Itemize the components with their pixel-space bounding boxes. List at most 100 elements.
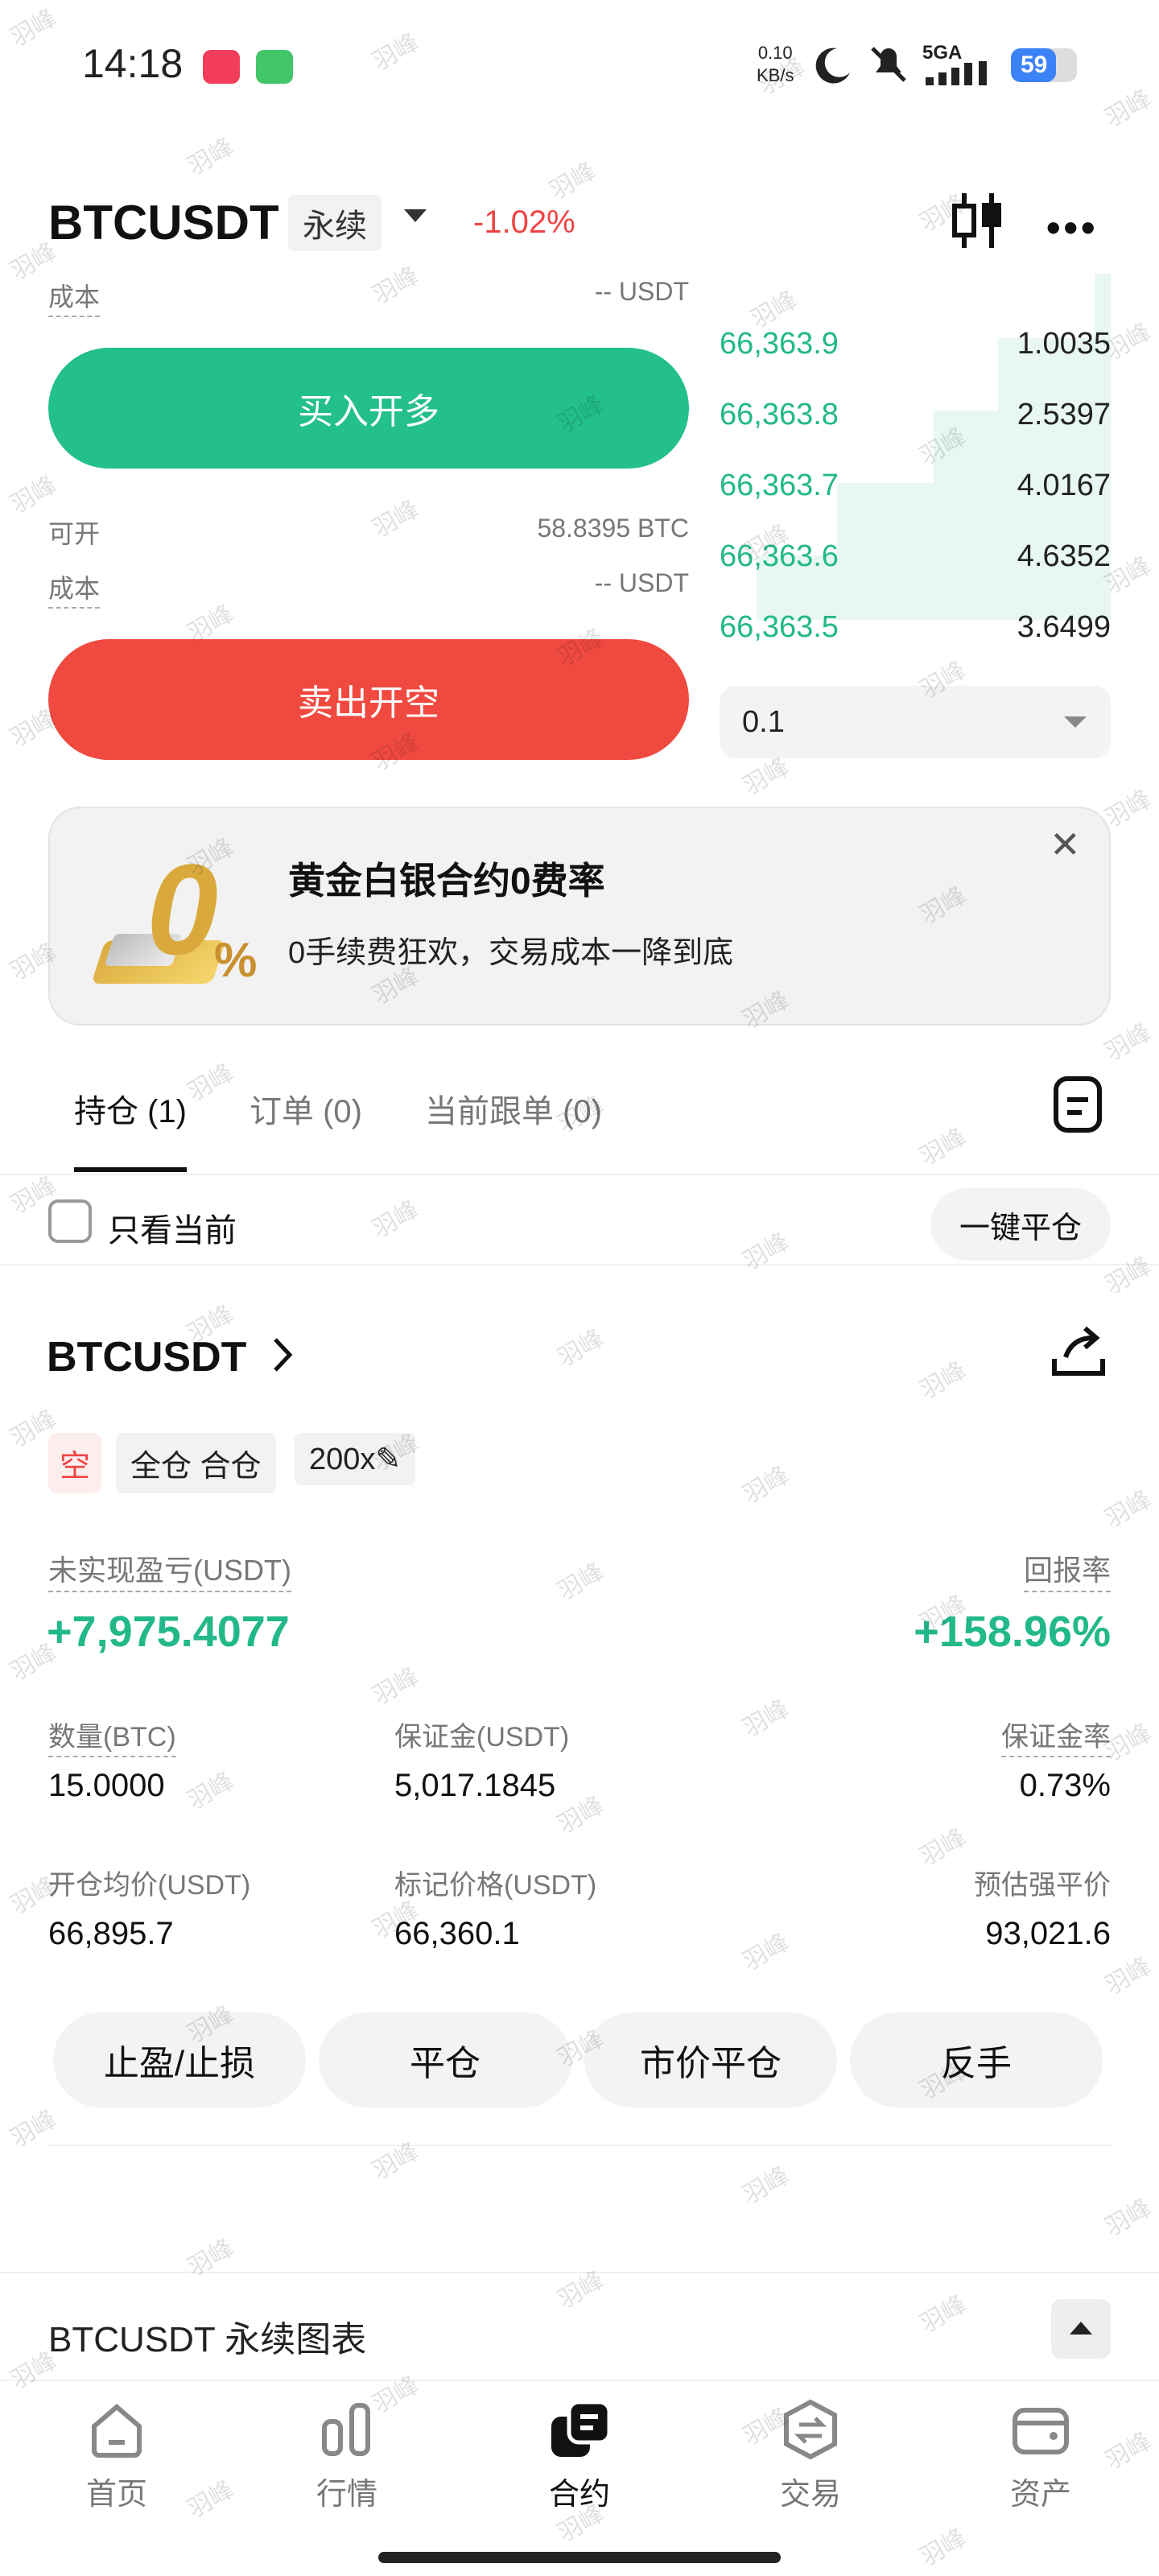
ob-qty: 3.6499 (1017, 610, 1111, 644)
tab-active-underline (74, 1167, 187, 1172)
nav-assets[interactable]: 资产 (980, 2397, 1101, 2512)
only-current-checkbox[interactable] (48, 1199, 92, 1243)
futures-icon (551, 2400, 612, 2457)
share-icon[interactable] (1046, 1319, 1111, 1383)
status-bar: 14:18 0.10 KB/s 5GA 59 (0, 0, 1159, 129)
home-indicator (378, 2552, 781, 2563)
net-speed: 0.10 KB/s (757, 43, 794, 85)
close-icon[interactable]: ✕ (1050, 823, 1081, 866)
depth-precision-value: 0.1 (742, 705, 785, 739)
chart-section-header[interactable]: BTCUSDT 永续图表 (0, 2272, 1159, 2380)
ob-price: 66,363.7 (720, 469, 839, 502)
margin-value: 5,017.1845 (394, 1768, 556, 1803)
moon-icon (815, 47, 850, 84)
nav-futures[interactable]: 合约 (519, 2397, 640, 2512)
mark-label: 标记价格(USDT) (394, 1870, 597, 1901)
ob-price: 66,363.5 (720, 610, 839, 644)
close-position-button[interactable]: 平仓 (319, 2013, 571, 2107)
tab-positions[interactable]: 持仓 (1) (74, 1085, 187, 1132)
unrealized-pnl-label: 未实现盈亏(USDT) (48, 1547, 291, 1592)
mute-icon (871, 47, 906, 82)
position-tabs: 持仓 (1) 订单 (0) 当前跟单 (0) (0, 1055, 1159, 1175)
side-badge: 空 (48, 1433, 102, 1493)
ob-qty: 1.0035 (1017, 327, 1111, 361)
nav-futures-label: 合约 (548, 2478, 610, 2512)
price-change: -1.02% (473, 204, 575, 240)
liq-value: 93,021.6 (985, 1916, 1111, 1951)
leverage-value: 200x (309, 1443, 376, 1476)
signal-icon (926, 61, 987, 85)
watermark: 羽峰 (738, 2161, 794, 2210)
available-label: 可开 (48, 519, 101, 548)
mark-value: 66,360.1 (394, 1916, 520, 1951)
ob-qty: 2.5397 (1017, 398, 1111, 431)
market-close-button[interactable]: 市价平仓 (584, 2013, 837, 2107)
sell-short-button[interactable]: 卖出开空 (48, 639, 689, 760)
order-book-row[interactable]: 66,363.5 3.6499 (720, 610, 1111, 658)
close-all-button[interactable]: 一键平仓 (930, 1188, 1111, 1261)
order-book-row[interactable]: 66,363.6 4.6352 (720, 539, 1111, 588)
watermark: 羽峰 (6, 471, 61, 519)
buy-long-button[interactable]: 买入开多 (48, 348, 689, 469)
ob-price: 66,363.9 (720, 327, 839, 361)
divider (48, 2145, 1111, 2146)
cost-value: -- USDT (594, 277, 689, 306)
reverse-button[interactable]: 反手 (850, 2013, 1103, 2107)
battery-icon: 59 (1011, 48, 1077, 82)
battery-level: 59 (1021, 52, 1048, 78)
caret-up-icon (1070, 2322, 1092, 2334)
document-list-icon[interactable] (1053, 1075, 1103, 1133)
candlestick-icon[interactable] (950, 188, 1006, 253)
app-icon-green (256, 50, 293, 84)
order-book: 66,363.9 1.0035 66,363.8 2.5397 66,363.7… (716, 274, 1111, 668)
ob-price: 66,363.8 (720, 398, 839, 431)
tab-orders[interactable]: 订单 (0) (250, 1085, 362, 1132)
status-time: 14:18 (82, 41, 184, 86)
qty-value: 15.0000 (48, 1768, 165, 1803)
position-symbol[interactable]: BTCUSDT (47, 1333, 246, 1381)
entry-label: 开仓均价(USDT) (48, 1870, 251, 1901)
depth-precision-select[interactable]: 0.1 (720, 686, 1111, 758)
nav-markets-label: 行情 (316, 2478, 377, 2512)
qty-label: 数量(BTC) (48, 1715, 176, 1757)
contract-type-badge[interactable]: 永续 (288, 195, 382, 251)
wallet-icon (1013, 2408, 1069, 2454)
watermark: 羽峰 (1100, 2194, 1156, 2242)
only-current-label[interactable]: 只看当前 (108, 1204, 237, 1251)
collapse-button[interactable] (1051, 2299, 1111, 2359)
liq-label: 预估强平价 (974, 1870, 1111, 1901)
ob-qty: 4.0167 (1017, 469, 1111, 502)
caret-down-icon (1064, 716, 1087, 728)
order-book-row[interactable]: 66,363.8 2.5397 (720, 398, 1111, 446)
cost-value-2: -- USDT (594, 568, 689, 597)
promo-title: 黄金白银合约0费率 (288, 860, 605, 902)
home-icon (92, 2404, 142, 2458)
nav-markets[interactable]: 行情 (287, 2397, 407, 2512)
header: BTCUSDT 永续 -1.02% ••• (0, 185, 1159, 266)
promo-banner[interactable]: 0 % 黄金白银合约0费率 0手续费狂欢，交易成本一降到底 ✕ (48, 807, 1111, 1026)
tp-sl-button[interactable]: 止盈/止损 (53, 2013, 306, 2107)
more-icon[interactable]: ••• (1046, 204, 1099, 251)
unrealized-pnl-value: +7,975.4077 (47, 1608, 290, 1656)
tab-copy-orders[interactable]: 当前跟单 (0) (425, 1085, 602, 1132)
chevron-right-icon[interactable] (270, 1335, 295, 1375)
chevron-down-icon[interactable] (404, 209, 427, 222)
ob-qty: 4.6352 (1017, 539, 1111, 573)
available-value: 58.8395 BTC (537, 514, 689, 543)
roe-value: +158.96% (914, 1608, 1111, 1656)
promo-subtitle: 0手续费狂欢，交易成本一降到底 (288, 936, 734, 970)
chart-section-title: BTCUSDT 永续图表 (48, 2320, 367, 2359)
position-card: BTCUSDT 空 全仓 合仓 200x✎ 未实现盈亏(USDT) 回报率 +7… (0, 1288, 1159, 2149)
nav-trade-label: 交易 (779, 2478, 841, 2512)
nav-home[interactable]: 首页 (56, 2397, 177, 2512)
leverage-badge[interactable]: 200x✎ (295, 1433, 416, 1485)
swap-icon (784, 2399, 837, 2460)
roe-label: 回报率 (1023, 1547, 1111, 1592)
order-book-row[interactable]: 66,363.7 4.0167 (720, 469, 1111, 517)
app-icon-red (203, 50, 240, 84)
order-book-row[interactable]: 66,363.9 1.0035 (720, 327, 1111, 375)
symbol-title[interactable]: BTCUSDT (48, 195, 279, 250)
watermark: 羽峰 (368, 495, 423, 543)
nav-trade[interactable]: 交易 (750, 2397, 871, 2512)
nav-home-label: 首页 (85, 2478, 147, 2512)
